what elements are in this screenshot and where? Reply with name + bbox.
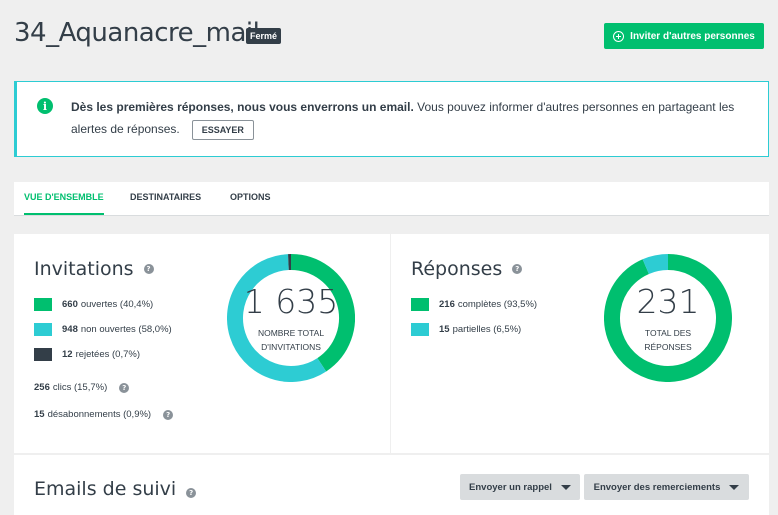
responses-donut-chart: 231 TOTAL DES RÉPONSES [604,254,732,382]
help-icon[interactable]: ? [143,264,154,274]
total-label-line: NOMBRE TOTAL [257,328,325,338]
invitations-panel: Invitations? 660 ouvertes (40,4%) 948 no… [14,234,390,453]
info-icon: i [37,98,53,114]
invite-others-button[interactable]: Inviter d'autres personnes [604,23,764,49]
help-icon[interactable]: ? [119,382,130,393]
tab-options[interactable]: OPTIONS [230,192,271,213]
total-label-line: RÉPONSES [644,342,692,352]
clicks-label: clics (15,7%) [52,382,108,393]
followup-title: Emails de suivi? [34,478,197,500]
legend-swatch [34,298,52,311]
clicks-stat: 256 clics (15,7%) ? [34,382,130,393]
plus-circle-icon [613,30,625,42]
legend-count: 216 [439,299,455,310]
tab-overview[interactable]: VUE D'ENSEMBLE [24,192,104,215]
invitations-legend: 660 ouvertes (40,4%) 948 non ouvertes (5… [34,292,172,367]
unsubscribes-label: désabonnements (0,9%) [47,409,152,420]
legend-item-unopened: 948 non ouvertes (58,0%) [34,317,172,342]
unsubscribes-stat: 15 désabonnements (0,9%) ? [34,409,174,420]
followup-title-text: Emails de suivi [34,478,177,500]
legend-item-opened: 660 ouvertes (40,4%) [34,292,172,317]
caret-down-icon [560,484,571,490]
donut-segment-partial [642,254,669,275]
try-button[interactable]: ESSAYER [191,119,254,140]
help-icon[interactable]: ? [186,488,197,498]
responses-panel: Réponses? 216 complètes (93,5%) 15 parti… [391,234,769,453]
info-alert: i Dès les premières réponses, nous vous … [14,81,769,157]
send-thanks-label: Envoyer des remerciements [593,481,721,493]
page-title: 34_Aquanacre_mail [14,18,260,48]
help-icon[interactable]: ? [163,409,174,420]
followup-section: Emails de suivi? Envoyer un rappel Envoy… [14,455,769,515]
legend-count: 15 [439,324,450,335]
responses-legend: 216 complètes (93,5%) 15 partielles (6,5… [411,292,537,342]
tab-recipients[interactable]: DESTINATAIRES [130,192,201,213]
send-reminder-label: Envoyer un rappel [469,481,552,493]
legend-count: 948 [62,324,78,335]
caret-down-icon [729,484,740,490]
help-icon[interactable]: ? [512,264,523,274]
legend-item-complete: 216 complètes (93,5%) [411,292,537,317]
alert-bold-text: Dès les premières réponses, nous vous en… [71,100,414,114]
legend-label: complètes (93,5%) [457,299,538,310]
legend-swatch [34,348,52,361]
send-reminder-button[interactable]: Envoyer un rappel [460,474,580,500]
invitations-total-label: NOMBRE TOTAL D'INVITATIONS [227,326,355,354]
responses-title: Réponses? [411,258,523,280]
legend-label: partielles (6,5%) [452,324,522,335]
unsubscribes-count: 15 [34,409,45,420]
total-label-line: D'INVITATIONS [261,342,321,352]
alert-message: Dès les premières réponses, nous vous en… [71,96,751,140]
tab-bar: VUE D'ENSEMBLE DESTINATAIRES OPTIONS [14,182,769,216]
responses-total-label: TOTAL DES RÉPONSES [604,326,732,354]
legend-count: 12 [62,349,73,360]
invitations-donut-chart: 1 635 NOMBRE TOTAL D'INVITATIONS [227,254,355,382]
legend-swatch [411,298,429,311]
invitations-total: 1 635 [243,282,339,321]
legend-item-rejected: 12 rejetées (0,7%) [34,342,172,367]
legend-swatch [34,323,52,336]
send-thanks-button[interactable]: Envoyer des remerciements [584,474,749,500]
legend-swatch [411,323,429,336]
legend-count: 660 [62,299,78,310]
legend-item-partial: 15 partielles (6,5%) [411,317,537,342]
invitations-title: Invitations? [34,258,154,280]
legend-label: rejetées (0,7%) [75,349,140,360]
responses-title-text: Réponses [411,258,503,280]
responses-total: 231 [636,282,700,321]
page-header: 34_Aquanacre_mail Fermé Inviter d'autres… [14,14,764,54]
legend-label: non ouvertes (58,0%) [80,324,172,335]
invitations-title-text: Invitations [34,258,134,280]
clicks-count: 256 [34,382,50,393]
total-label-line: TOTAL DES [644,328,692,338]
status-badge: Fermé [246,28,282,44]
legend-label: ouvertes (40,4%) [80,299,154,310]
invite-others-label: Inviter d'autres personnes [630,30,755,42]
